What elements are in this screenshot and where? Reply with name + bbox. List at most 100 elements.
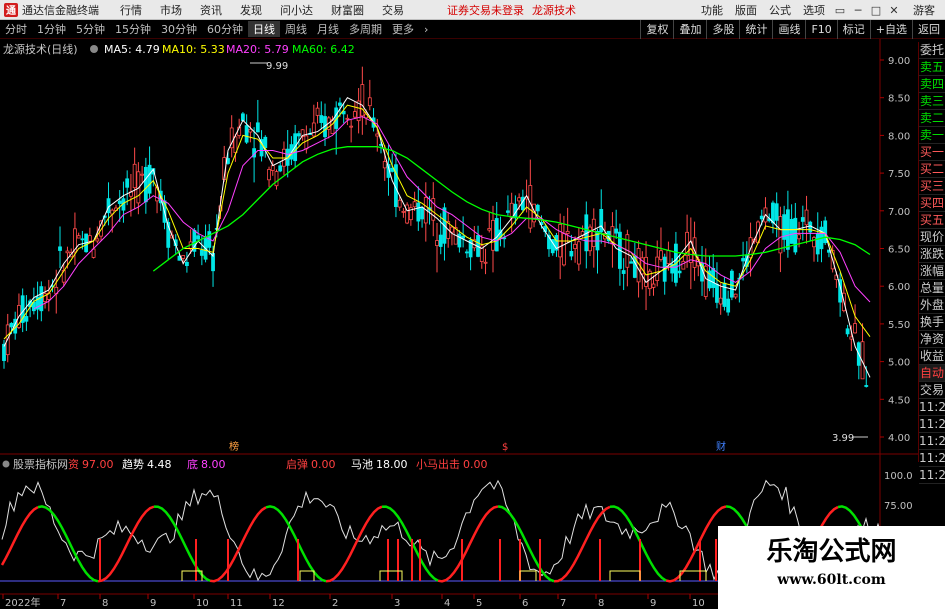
restore-icon[interactable]: ▭ <box>831 4 849 17</box>
multi-stock-button[interactable]: 多股 <box>706 20 739 39</box>
side-panel-item[interactable]: 卖三 <box>919 93 945 110</box>
side-panel-item[interactable]: 11:27 <box>919 399 945 416</box>
side-panel-item[interactable]: 11:27 <box>919 450 945 467</box>
candle-body <box>491 219 495 251</box>
chart-area[interactable]: 龙源技术(日线) MA5: 4.79 MA10: 5.33 MA20: 5.79… <box>0 39 945 609</box>
minimize-icon[interactable]: ─ <box>849 4 867 17</box>
side-panel-item[interactable]: 收益 <box>919 348 945 365</box>
candle-body <box>274 171 279 187</box>
menu-layout[interactable]: 版面 <box>729 2 763 18</box>
menu-quotes[interactable]: 行情 <box>111 2 151 18</box>
candle-body <box>382 161 387 169</box>
menu-discover[interactable]: 发现 <box>231 2 271 18</box>
side-panel-item[interactable]: 11:27 <box>919 467 945 484</box>
statistics-button[interactable]: 统计 <box>739 20 772 39</box>
period-1min[interactable]: 1分钟 <box>32 21 71 37</box>
side-panel-item[interactable]: 买五 <box>919 212 945 229</box>
mark-button[interactable]: 标记 <box>836 20 870 39</box>
menu-news[interactable]: 资讯 <box>191 2 231 18</box>
side-panel-item[interactable]: 委托 <box>919 42 945 59</box>
period-monthly[interactable]: 月线 <box>312 21 344 37</box>
indicator-label: 马池 <box>351 458 373 471</box>
side-panel-item[interactable]: 换手 <box>919 314 945 331</box>
indicator-label: 小马出击 <box>416 457 460 471</box>
candle-body <box>793 217 798 253</box>
menu-market[interactable]: 市场 <box>151 2 191 18</box>
candle-body <box>2 343 6 361</box>
candle-body <box>270 165 275 171</box>
side-panel-item[interactable]: 净资 <box>919 331 945 348</box>
period-15min[interactable]: 15分钟 <box>110 21 156 37</box>
candle-body <box>864 385 869 387</box>
side-panel-item[interactable]: 11:27 <box>919 416 945 433</box>
current-stock-notice[interactable]: 龙源技术 <box>528 2 580 18</box>
side-panel-item[interactable]: 买二 <box>919 161 945 178</box>
candle-body <box>591 218 596 247</box>
add-watchlist-button[interactable]: +自选 <box>869 20 912 39</box>
candle-body <box>416 202 421 222</box>
x-tick-label: 10 <box>692 598 705 609</box>
side-panel-item[interactable]: 涨幅 <box>919 263 945 280</box>
period-more[interactable]: 更多 <box>387 21 419 37</box>
side-panel-item[interactable]: 现价 <box>919 229 945 246</box>
x-tick-label: 5 <box>476 598 482 609</box>
side-panel-item[interactable]: 买四 <box>919 195 945 212</box>
side-panel-item[interactable]: 买三 <box>919 178 945 195</box>
side-panel-item[interactable]: 总量 <box>919 280 945 297</box>
candle-body <box>715 283 719 303</box>
side-panel-item[interactable]: 自动 <box>919 365 945 382</box>
indicator-settings-icon[interactable] <box>2 460 10 468</box>
ma-line-ma20 <box>33 116 871 310</box>
side-panel-item[interactable]: 外盘 <box>919 297 945 314</box>
side-panel-item[interactable]: 涨跌 <box>919 246 945 263</box>
menu-trade[interactable]: 交易 <box>373 2 413 18</box>
candle-body <box>401 210 406 213</box>
candle-body <box>457 233 462 248</box>
side-panel-item[interactable]: 卖四 <box>919 76 945 93</box>
period-5min[interactable]: 5分钟 <box>71 21 110 37</box>
price-y-axis: 9.00 8.50 8.00 7.50 7.00 6.50 6.00 5.50 5.00 4.50… <box>880 56 910 444</box>
period-30min[interactable]: 30分钟 <box>156 21 202 37</box>
signal-box <box>299 570 315 581</box>
finance-marker[interactable]: 财 <box>716 440 726 453</box>
side-panel-item[interactable]: 买一 <box>919 144 945 161</box>
guest-account[interactable]: 游客 <box>903 2 945 18</box>
menu-options[interactable]: 选项 <box>797 2 831 18</box>
candle-body <box>296 133 301 137</box>
period-multi[interactable]: 多周期 <box>344 21 387 37</box>
low-price-label: 3.99 <box>832 433 854 444</box>
candle-body <box>494 218 499 252</box>
period-more-arrow-icon[interactable]: › <box>419 23 433 36</box>
candle-body <box>65 250 70 254</box>
side-panel-item[interactable]: 卖五 <box>919 59 945 76</box>
adjust-button[interactable]: 复权 <box>640 20 673 39</box>
period-weekly[interactable]: 周线 <box>280 21 312 37</box>
menu-wealth[interactable]: 财富圈 <box>322 2 373 18</box>
ranking-marker[interactable]: 榜 <box>229 440 239 453</box>
candle-body <box>506 210 510 213</box>
side-panel-item[interactable]: 11:27 <box>919 433 945 450</box>
candle-body <box>349 125 354 128</box>
period-60min[interactable]: 60分钟 <box>202 21 248 37</box>
settings-icon[interactable] <box>90 45 98 53</box>
f10-button[interactable]: F10 <box>805 20 836 39</box>
menu-assistant[interactable]: 问小达 <box>271 2 322 18</box>
overlay-button[interactable]: 叠加 <box>673 20 706 39</box>
back-button[interactable]: 返回 <box>912 20 945 39</box>
side-panel-item[interactable]: 交易 <box>919 382 945 399</box>
dollar-marker[interactable]: $ <box>502 442 508 453</box>
price-tick-label: 7.00 <box>888 207 910 218</box>
maximize-icon[interactable]: □ <box>867 4 885 17</box>
app-logo-icon: 通 <box>4 2 18 17</box>
menu-formula[interactable]: 公式 <box>763 2 797 18</box>
trade-login-notice[interactable]: 证券交易未登录 <box>443 2 528 18</box>
kline-chart-svg[interactable]: 龙源技术(日线) MA5: 4.79 MA10: 5.33 MA20: 5.79… <box>0 39 945 609</box>
period-daily[interactable]: 日线 <box>248 21 280 37</box>
menu-functions[interactable]: 功能 <box>695 2 729 18</box>
period-intraday[interactable]: 分时 <box>0 21 32 37</box>
candle-body <box>562 233 566 266</box>
side-panel-item[interactable]: 卖一 <box>919 127 945 144</box>
close-icon[interactable]: ✕ <box>885 4 903 17</box>
side-panel-item[interactable]: 卖二 <box>919 110 945 127</box>
draw-line-button[interactable]: 画线 <box>772 20 805 39</box>
